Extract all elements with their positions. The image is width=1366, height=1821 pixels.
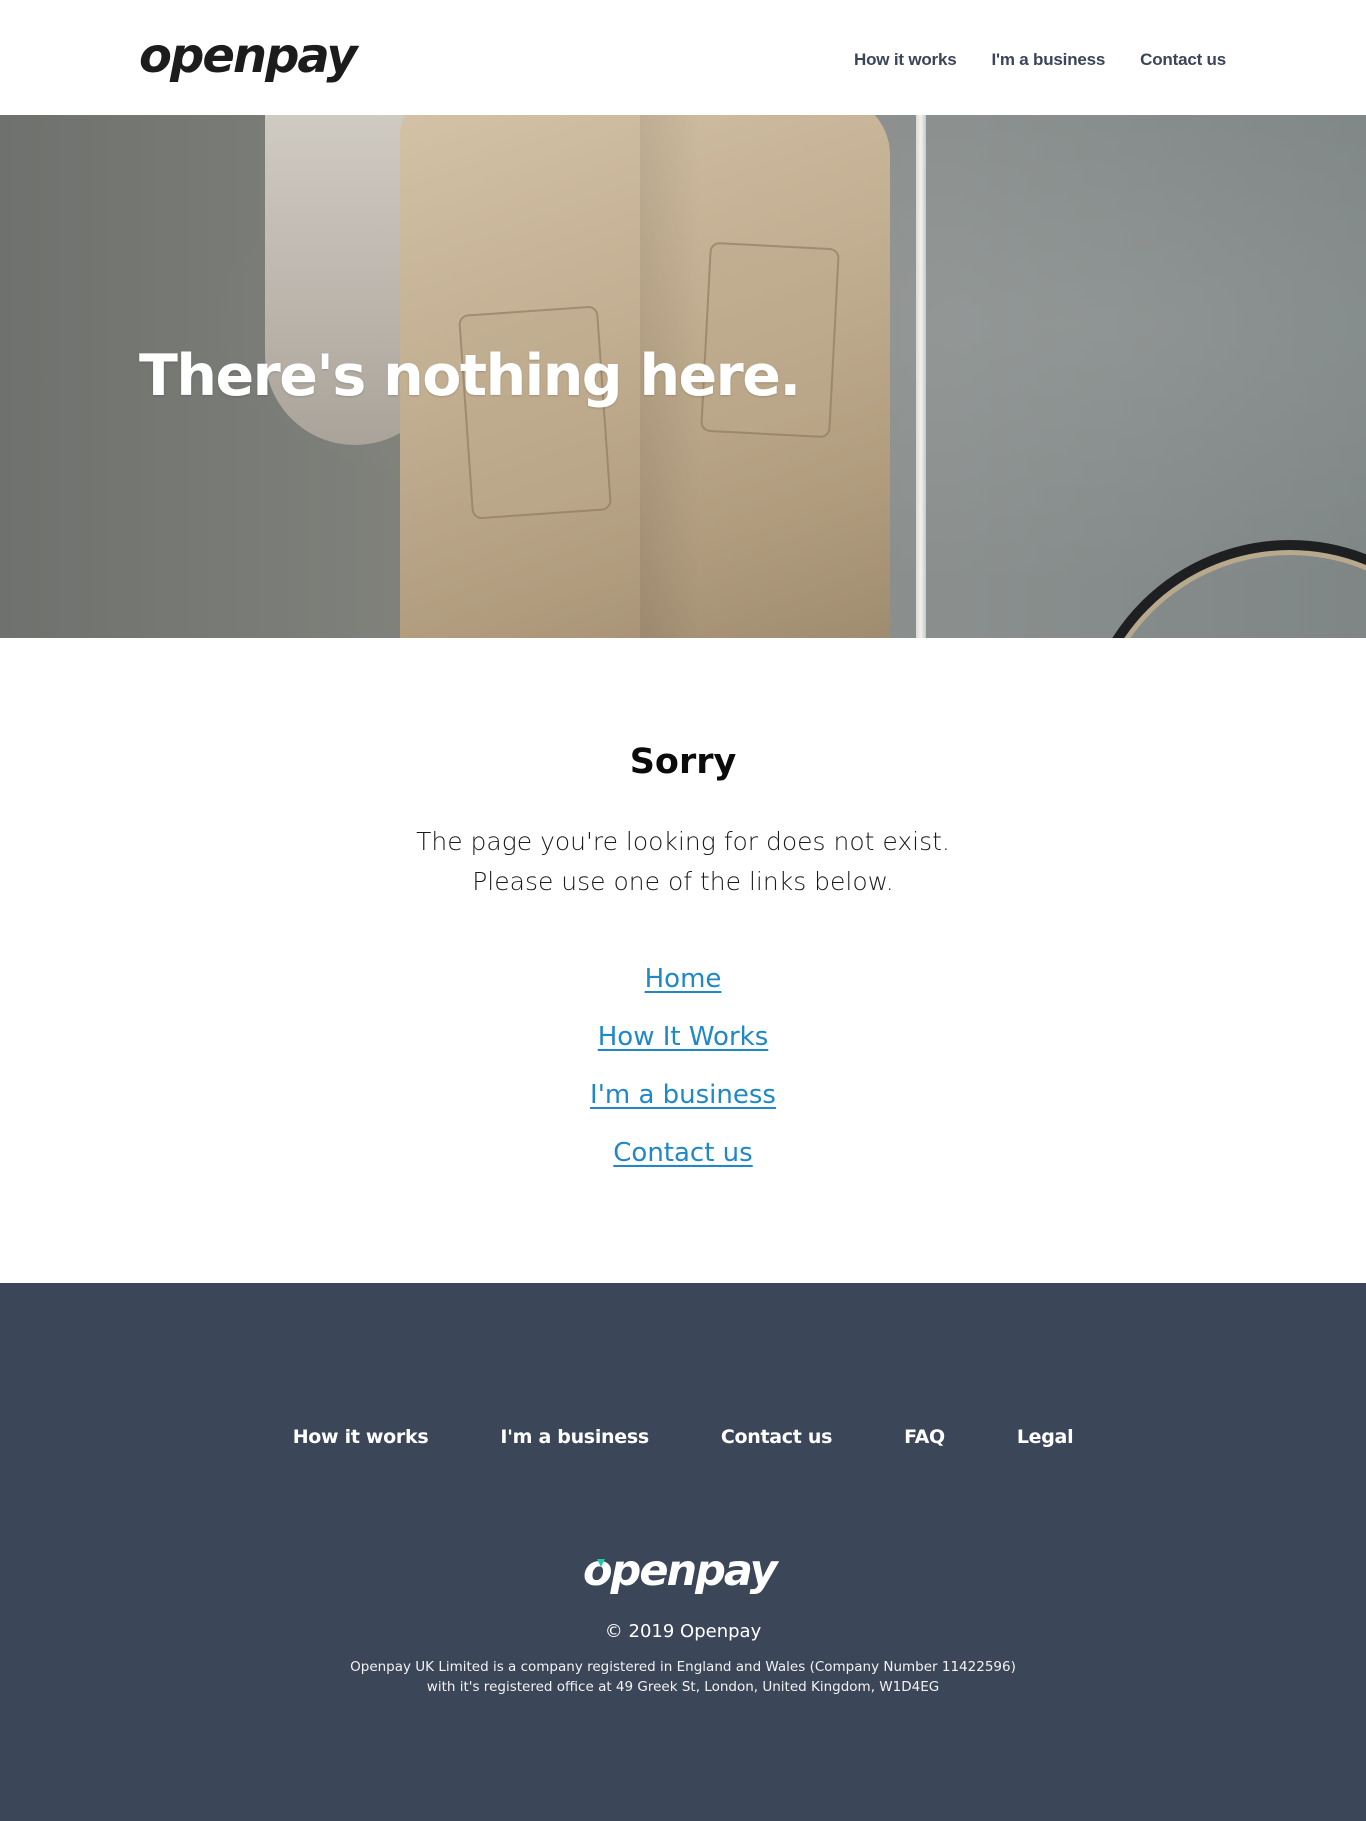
footer-nav-faq[interactable]: FAQ <box>904 1426 945 1448</box>
link-im-a-business[interactable]: I'm a business <box>0 1066 1366 1124</box>
recovery-links: Home How It Works I'm a business Contact… <box>0 950 1366 1182</box>
nav-how-it-works[interactable]: How it works <box>854 50 957 70</box>
error-message-line-2: Please use one of the links below. <box>472 867 894 896</box>
nav-im-a-business[interactable]: I'm a business <box>991 50 1105 70</box>
footer-nav-legal[interactable]: Legal <box>1017 1426 1074 1448</box>
hero-coat-pocket-left <box>458 305 612 520</box>
error-message-line-1: The page you're looking for does not exi… <box>416 827 950 856</box>
nav-contact-us[interactable]: Contact us <box>1140 50 1226 70</box>
copyright-text: © 2019 Openpay <box>604 1621 762 1642</box>
hero-banner: There's nothing here. <box>0 115 1366 638</box>
legal-notice-line-1: Openpay UK Limited is a company register… <box>350 1659 1016 1675</box>
site-footer: How it works I'm a business Contact us F… <box>0 1283 1366 1821</box>
footer-nav-contact-us[interactable]: Contact us <box>721 1426 833 1448</box>
error-heading: Sorry <box>629 742 737 782</box>
link-home[interactable]: Home <box>0 950 1366 1008</box>
link-contact-us[interactable]: Contact us <box>0 1124 1366 1182</box>
legal-notice: Openpay UK Limited is a company register… <box>0 1657 1366 1697</box>
footer-nav-how-it-works[interactable]: How it works <box>293 1426 429 1448</box>
hero-rack-pole <box>916 115 926 638</box>
svg-text:openpay: openpay <box>139 32 359 84</box>
error-content: Sorry The page you're looking for does n… <box>0 638 1366 1283</box>
footer-nav-im-a-business[interactable]: I'm a business <box>500 1426 649 1448</box>
legal-notice-line-2: with it's registered office at 49 Greek … <box>426 1679 940 1695</box>
site-header: openpay How it works I'm a business Cont… <box>0 0 1366 115</box>
openpay-logo[interactable]: openpay <box>139 32 359 84</box>
footer-nav: How it works I'm a business Contact us F… <box>0 1426 1366 1448</box>
hero-title: There's nothing here. <box>139 343 801 409</box>
footer-openpay-logo: openpay <box>583 1546 785 1596</box>
link-how-it-works[interactable]: How It Works <box>0 1008 1366 1066</box>
error-message: The page you're looking for does not exi… <box>0 822 1366 902</box>
svg-text:openpay: openpay <box>583 1549 780 1595</box>
main-nav: How it works I'm a business Contact us <box>854 50 1226 70</box>
